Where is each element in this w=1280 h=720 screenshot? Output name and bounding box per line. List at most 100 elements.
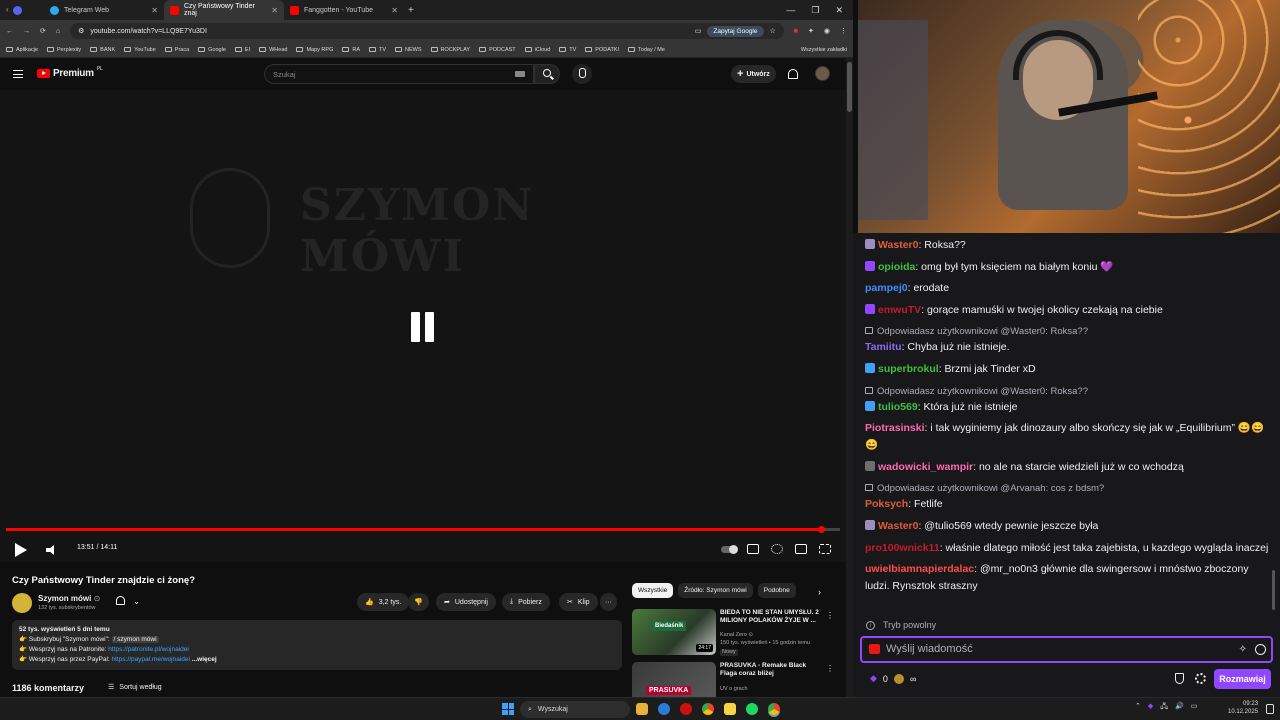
video-player[interactable]: SZYMON MÓWI 13:51 / 14:11 (0, 90, 846, 562)
chat-badge-icon[interactable] (865, 260, 875, 271)
chip-source[interactable]: Źródło: Szymon mówi (678, 583, 753, 598)
chat-username[interactable]: uwielbiamnapierdalac (865, 563, 974, 575)
channel-link[interactable]: / szymon mówi (111, 636, 159, 643)
window-close-button[interactable]: ✕ (835, 5, 843, 16)
ask-google-button[interactable]: Zapytaj Google (707, 25, 764, 37)
chat-username[interactable]: Waster0 (878, 520, 918, 532)
theater-mode-icon[interactable] (795, 544, 807, 554)
bookmark-item[interactable]: Today / Me (628, 47, 665, 53)
scrollbar-thumb[interactable] (847, 62, 852, 112)
chat-badge-icon[interactable] (865, 362, 875, 373)
bookmark-item[interactable]: EI (234, 47, 250, 53)
sparkle-icon[interactable]: ✧ (1239, 644, 1247, 655)
notifications-bell-icon[interactable] (788, 69, 798, 79)
chat-badge-icon[interactable] (865, 460, 875, 471)
bookmark-item[interactable]: PODATKI (585, 47, 619, 53)
bookmark-item[interactable]: ROCKPLAY (430, 47, 470, 53)
download-button[interactable]: ⤓ Pobierz (502, 593, 550, 611)
recommended-title[interactable]: BIEDA TO NIE STAN UMYSŁU. 2 MILIONY POLA… (720, 609, 820, 625)
chevron-right-icon[interactable]: › (818, 587, 821, 597)
chat-badge-icon[interactable] (865, 400, 875, 411)
opera-icon[interactable] (680, 703, 692, 715)
emote-picker-icon[interactable] (1255, 644, 1266, 655)
taskbar-search[interactable]: ⌕ Wyszukaj (520, 701, 630, 718)
forward-icon[interactable]: → (23, 28, 30, 35)
new-tab-button[interactable]: + (408, 5, 414, 16)
install-icon[interactable]: ▭ (695, 27, 702, 35)
dislike-button[interactable]: 👎 (408, 593, 429, 611)
bookmark-item[interactable]: YouTube (124, 47, 156, 53)
shield-icon[interactable] (1175, 673, 1184, 684)
recommended-title[interactable]: PRASUVKA - Remake Black Flaga coraz bliż… (720, 662, 820, 678)
chat-reply-context[interactable]: Odpowiadasz użytkownikowi @Waster0: Roks… (865, 383, 1270, 400)
chat-badge-icon[interactable] (865, 303, 875, 314)
recommended-channel[interactable]: UV o grach (720, 686, 748, 693)
chip-all[interactable]: Wszystkie (632, 583, 674, 598)
subscription-bell-button[interactable]: ⌄ (116, 596, 148, 610)
close-icon[interactable]: ✕ (271, 6, 278, 15)
video-thumbnail[interactable]: PRASUVKA (632, 662, 716, 697)
chat-username[interactable]: Tamiitu (865, 341, 902, 353)
progress-bar[interactable] (6, 526, 840, 533)
recommended-channel[interactable]: Kanał Zero ⊙ (720, 632, 753, 639)
maximize-button[interactable]: ❐ (811, 5, 819, 16)
chat-username[interactable]: Waster0 (878, 239, 918, 251)
chat-username[interactable]: pampej0 (865, 282, 908, 294)
notifications-icon[interactable] (1266, 704, 1274, 714)
url-field[interactable]: ⚙ youtube.com/watch?v=LLQ9E7Yu3DI ▭ Zapy… (70, 23, 784, 39)
scrubber-handle[interactable] (817, 526, 825, 533)
clip-button[interactable]: ✂ Klip (559, 593, 598, 611)
pause-icon[interactable] (409, 312, 437, 342)
tray-app-icon[interactable]: ◆ (1148, 702, 1153, 713)
paypal-link[interactable]: https://paypal.me/wojnaidei (112, 656, 190, 663)
file-explorer-icon[interactable] (636, 703, 648, 715)
system-clock[interactable]: 09:23 10.12.2025 (1228, 700, 1258, 716)
chat-scrollbar[interactable] (1272, 570, 1275, 610)
autoplay-toggle[interactable] (721, 545, 738, 554)
chrome-icon[interactable] (702, 703, 714, 715)
extension-icon[interactable]: ■ (794, 28, 798, 35)
chat-username[interactable]: pro100wnick11 (865, 542, 940, 554)
spotify-icon[interactable] (746, 703, 758, 715)
more-vert-icon[interactable]: ⋮ (826, 664, 834, 673)
bookmark-item[interactable]: BANK (90, 47, 115, 53)
chat-settings-gear-icon[interactable] (1195, 673, 1206, 684)
bookmark-item[interactable]: Aplikacje (6, 47, 38, 53)
tab-youtube-active[interactable]: Czy Państwowy Tinder znaj ✕ (164, 0, 284, 20)
page-scrollbar[interactable] (846, 58, 853, 697)
chat-username[interactable]: opioida (878, 261, 915, 273)
chat-username[interactable]: Poksych (865, 498, 908, 510)
back-nav-icon[interactable]: ‹ (6, 5, 9, 15)
chat-badge-icon[interactable] (865, 519, 875, 530)
close-icon[interactable]: ✕ (151, 6, 158, 15)
like-button[interactable]: 👍 3,2 tys. (357, 593, 410, 611)
profile-avatar-icon[interactable]: ◉ (824, 27, 830, 35)
close-icon[interactable]: ✕ (391, 6, 398, 15)
profile-icon[interactable] (12, 6, 22, 15)
reload-icon[interactable]: ⟳ (40, 27, 46, 35)
chat-reply-context[interactable]: Odpowiadasz użytkownikowi @Waster0: Roks… (865, 323, 1270, 340)
network-icon[interactable]: 🖧 (1160, 702, 1168, 713)
minimize-button[interactable]: — (786, 5, 795, 16)
bookmark-item[interactable]: RA (342, 47, 360, 53)
bookmark-item[interactable]: Perplexity (47, 47, 81, 53)
chat-username[interactable]: tulio569 (878, 401, 918, 413)
channel-points[interactable]: ◆ 0 ∞ (870, 673, 916, 684)
bookmark-item[interactable]: Google (198, 47, 226, 53)
bookmark-item[interactable]: PODCAST (479, 47, 516, 53)
bookmark-item[interactable]: iCloud (524, 47, 550, 53)
chat-input[interactable]: Wyślij wiadomość ✧ (860, 636, 1273, 663)
edge-icon[interactable] (658, 703, 670, 715)
channel-name[interactable]: Szymon mówi ⊙ (38, 594, 100, 603)
volume-icon[interactable] (46, 545, 58, 555)
bookmark-item[interactable]: TV (559, 47, 576, 53)
bookmark-item[interactable]: TV (369, 47, 386, 53)
recommended-video[interactable]: Biedaśnik 24:17 BIEDA TO NIE STAN UMYSŁU… (632, 609, 834, 656)
chip-related[interactable]: Podobne (757, 583, 796, 598)
description-box[interactable]: 52 tys. wyświetleń 5 dni temu 👉 Subskryb… (12, 620, 622, 670)
browser-menu-icon[interactable]: ⋮ (840, 27, 847, 35)
keyboard-icon[interactable] (515, 71, 525, 77)
battery-icon[interactable]: ▭ (1191, 702, 1198, 713)
search-button[interactable] (534, 64, 560, 84)
more-vert-icon[interactable]: ⋮ (826, 611, 834, 620)
